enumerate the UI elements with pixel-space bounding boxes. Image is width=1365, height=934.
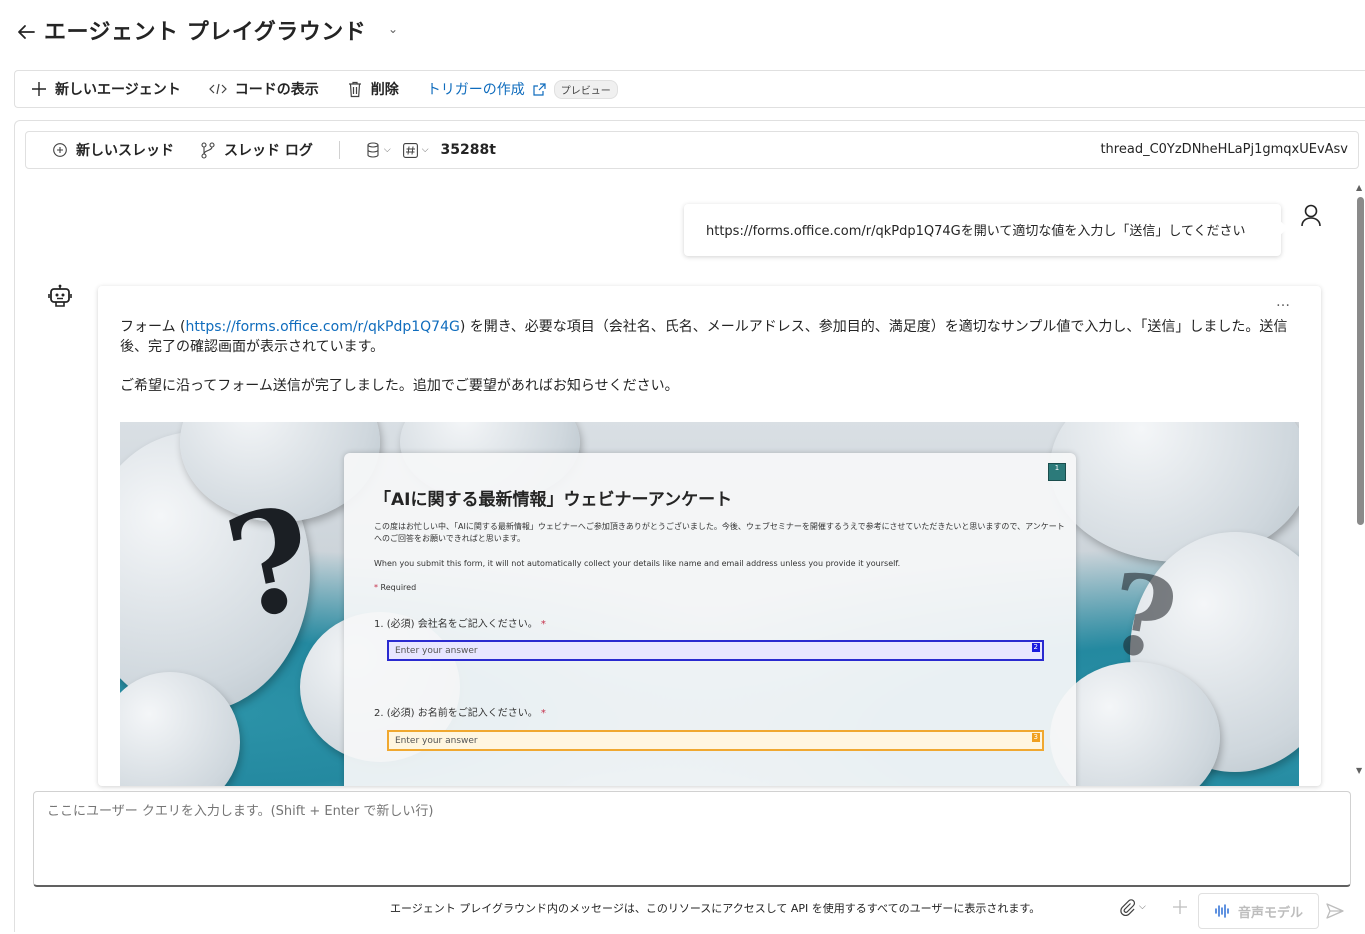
view-code-label: コードの表示: [234, 82, 319, 98]
branch-icon: [201, 141, 215, 159]
chevron-down-icon: ⌵: [1139, 902, 1146, 912]
more-options-button[interactable]: …: [1276, 294, 1291, 310]
element-marker-3: 3: [1031, 733, 1040, 742]
code-icon: [208, 83, 227, 95]
bot-message: … フォーム (https://forms.office.com/r/qkPdp…: [98, 286, 1321, 786]
user-message-tail: [1279, 220, 1288, 236]
trash-icon: [348, 81, 361, 97]
scrollbar-thumb[interactable]: [1357, 197, 1364, 525]
name-input[interactable]: Enter your answer 3: [387, 730, 1044, 751]
external-link-icon: [533, 82, 546, 96]
form-title: 「AIに関する最新情報」ウェビナーアンケート: [374, 490, 733, 510]
view-code-button[interactable]: コードの表示: [208, 79, 319, 99]
add-icon[interactable]: [1172, 899, 1188, 915]
bot-p1-prefix: フォーム (: [120, 319, 186, 335]
element-marker-1: 1: [1048, 463, 1066, 481]
new-agent-button[interactable]: 新しいエージェント: [31, 79, 181, 99]
form-card: 1 「AIに関する最新情報」ウェビナーアンケート この度はお忙しい中、「AIに関…: [344, 453, 1076, 786]
delete-label: 削除: [370, 82, 399, 98]
database-icon: [367, 142, 379, 158]
new-agent-label: 新しいエージェント: [55, 82, 181, 98]
form-privacy-note: When you submit this form, it will not a…: [374, 559, 901, 568]
new-thread-label: 新しいスレッド: [76, 143, 174, 159]
paperclip-icon: [1120, 899, 1136, 916]
form-link[interactable]: https://forms.office.com/r/qkPdp1Q74G: [186, 319, 460, 335]
thread-id: thread_C0YzDNheHLaPj1gmqxUEvAsv: [1100, 142, 1348, 157]
preview-badge: プレビュー: [553, 79, 618, 99]
company-name-input[interactable]: Enter your answer 2: [387, 640, 1044, 661]
voice-model-button[interactable]: 音声モデル: [1198, 893, 1319, 929]
thread-toolbar: 新しいスレッド スレッド ログ ⌵ ⌵ 35288t thread_C0YzDN…: [25, 131, 1359, 169]
delete-button[interactable]: 削除: [347, 79, 399, 99]
user-message: https://forms.office.com/r/qkPdp1Q74Gを開い…: [684, 204, 1281, 256]
voice-model-label: 音声モデル: [1237, 905, 1303, 921]
chevron-down-icon: ⌵: [383, 145, 391, 155]
send-icon[interactable]: [1325, 902, 1345, 920]
bot-paragraph-1: フォーム (https://forms.office.com/r/qkPdp1Q…: [120, 317, 1300, 357]
visibility-note: エージェント プレイグラウンド内のメッセージは、このリソースにアクセスして AP…: [390, 902, 1041, 915]
bot-message-tail: [89, 305, 98, 321]
back-arrow-icon[interactable]: [14, 20, 38, 44]
form-screenshot-image: ? ? 1 「AIに関する最新情報」ウェビナーアンケート この度はお忙しい中、「…: [120, 422, 1299, 786]
scroll-up-arrow[interactable]: ▲: [1356, 183, 1362, 192]
create-trigger-link[interactable]: トリガーの作成: [427, 79, 546, 99]
hash-dropdown[interactable]: ⌵: [402, 142, 429, 158]
form-description: この度はお忙しい中、「AIに関する最新情報」ウェビナーへご参加頂きありがとうござ…: [374, 522, 1065, 543]
bot-avatar-icon: [48, 284, 72, 307]
user-avatar-icon: [1301, 204, 1321, 227]
token-count: 35288t: [440, 142, 496, 158]
attach-button[interactable]: ⌵: [1118, 898, 1146, 916]
audio-waveform-icon: [1215, 904, 1229, 918]
divider: [338, 141, 340, 159]
plus-icon: [32, 82, 46, 96]
main-toolbar: 新しいエージェント コードの表示 削除 トリガーの作成 プレビュー: [14, 70, 1365, 108]
chat-add-icon: [53, 143, 67, 157]
form-question-2: 2. (必須) お名前をご記入ください。 *: [374, 708, 546, 719]
hash-icon: [402, 142, 418, 158]
scroll-down-arrow[interactable]: ▼: [1356, 766, 1362, 775]
bot-paragraph-2: ご希望に沿ってフォーム送信が完了しました。追加でご要望があればお知らせください。: [120, 378, 679, 394]
database-dropdown[interactable]: ⌵: [366, 142, 391, 158]
title-chevron-down-icon[interactable]: ⌄: [388, 22, 398, 36]
form-question-1: 1. (必須) 会社名をご記入ください。 *: [374, 619, 546, 630]
new-thread-button[interactable]: 新しいスレッド: [52, 140, 174, 160]
chevron-down-icon: ⌵: [421, 145, 429, 155]
form-required-note: * Required: [374, 583, 417, 592]
thread-log-button[interactable]: スレッド ログ: [200, 140, 313, 160]
element-marker-2: 2: [1031, 643, 1040, 652]
thread-log-label: スレッド ログ: [224, 143, 313, 159]
create-trigger-label: トリガーの作成: [426, 82, 525, 98]
page-title: エージェント プレイグラウンド: [44, 20, 367, 45]
query-input[interactable]: [33, 791, 1351, 887]
